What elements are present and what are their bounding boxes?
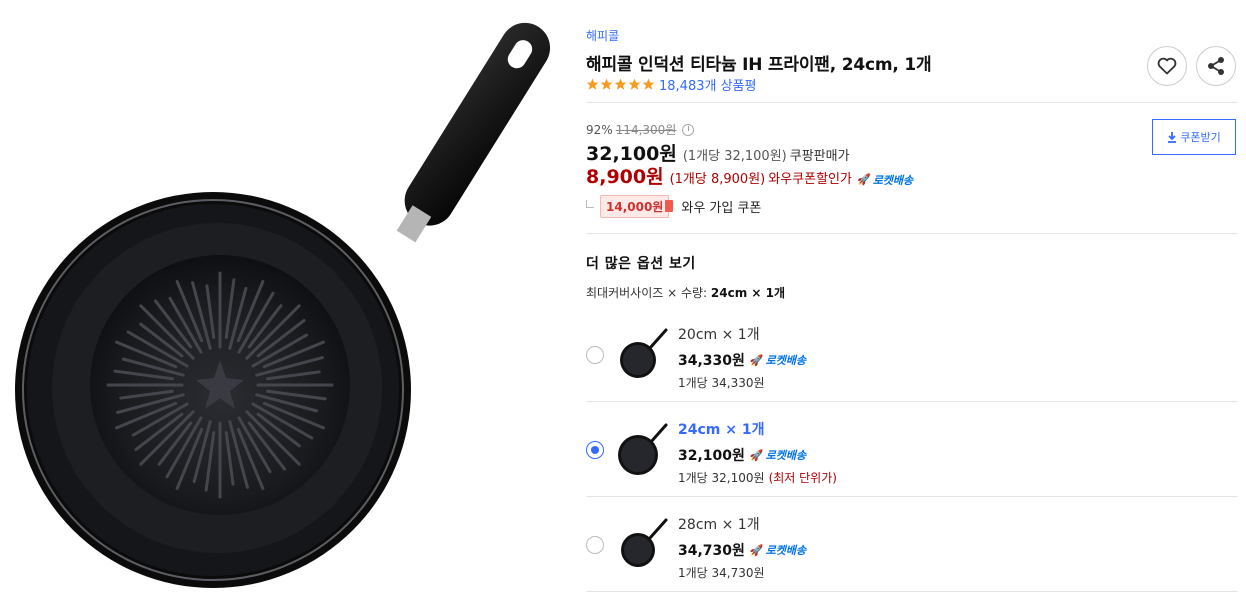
option-unit-price: 1개당 32,100원 [678, 471, 765, 485]
wow-price-row: 8,900원 (1개당 8,900원) 와우쿠폰할인가 🚀 로켓배송 [586, 162, 913, 189]
product-info: 해피콜 해피콜 인덕션 티타늄 IH 프라이팬, 24cm, 1개 18,483… [586, 0, 1238, 594]
option-summary-prefix: 최대커버사이즈 × 수량: [586, 286, 708, 300]
divider [586, 401, 1238, 402]
product-image[interactable] [0, 0, 560, 594]
product-page: 해피콜 해피콜 인덕션 티타늄 IH 프라이팬, 24cm, 1개 18,483… [0, 0, 1246, 594]
frying-pan-image [15, 22, 551, 588]
option-name: 20cm × 1개 [678, 327, 760, 343]
rocket-delivery-badge: 🚀 로켓배송 [750, 542, 806, 558]
share-button[interactable] [1196, 46, 1236, 86]
corner-indicator [586, 199, 594, 208]
option-price: 32,100원 [678, 448, 745, 464]
rating-row: 18,483개 상품평 [586, 75, 756, 94]
rocket-label: 로켓배송 [765, 354, 807, 367]
star-icon [614, 78, 627, 90]
coupon-row: 14,000원 와우 가입 쿠폰 [586, 195, 761, 218]
option-price: 34,730원 [678, 543, 745, 559]
rocket-icon: 🚀 [749, 353, 764, 367]
option-unit-price-row: 1개당 32,100원 (최저 단위가) [678, 469, 837, 486]
divider [586, 233, 1238, 234]
rocket-icon: 🚀 [856, 173, 871, 186]
more-options-heading[interactable]: 더 많은 옵션 보기 [586, 253, 696, 273]
option-radio[interactable] [586, 441, 604, 459]
option-unit-price-row: 1개당 34,730원 [678, 564, 765, 581]
option-unit-price-row: 1개당 34,330원 [678, 374, 765, 391]
rocket-icon: 🚀 [749, 448, 764, 462]
download-icon [1168, 131, 1177, 143]
divider [586, 591, 1238, 592]
get-coupon-label: 쿠폰받기 [1180, 131, 1221, 144]
star-icon [642, 78, 655, 90]
option-thumbnail [618, 423, 668, 475]
rocket-label: 로켓배송 [765, 544, 807, 557]
option-name: 24cm × 1개 [678, 422, 765, 438]
share-icon [1208, 57, 1224, 75]
option-item[interactable]: 28cm × 1개 34,730원 🚀 로켓배송 1개당 34,730원 [586, 498, 1238, 592]
coupon-description: 와우 가입 쿠폰 [681, 201, 762, 216]
option-price-row: 34,330원 🚀 로켓배송 [678, 350, 806, 370]
option-unit-price: 1개당 34,330원 [678, 376, 765, 390]
divider [586, 496, 1238, 497]
wow-price-label: 와우쿠폰할인가 [768, 172, 852, 187]
option-item[interactable]: 24cm × 1개 32,100원 🚀 로켓배송 1개당 32,100원 (최저 단위가) [586, 403, 1238, 497]
option-radio[interactable] [586, 536, 604, 554]
rocket-icon: 🚀 [749, 543, 764, 557]
original-price: 114,300원 [615, 123, 677, 137]
star-icon [586, 78, 599, 90]
wow-unit-price: (1개당 8,900원) [669, 172, 766, 187]
rocket-delivery-badge: 🚀 로켓배송 [750, 447, 806, 463]
option-thumbnail [621, 518, 668, 567]
option-radio[interactable] [586, 346, 604, 364]
option-price-row: 32,100원 🚀 로켓배송 [678, 445, 806, 465]
rocket-label: 로켓배송 [872, 173, 914, 187]
rocket-delivery-badge: 🚀 로켓배송 [750, 352, 806, 368]
option-price-row: 34,730원 🚀 로켓배송 [678, 540, 806, 560]
brand-link[interactable]: 해피콜 [586, 27, 619, 44]
lowest-unit-price-note: (최저 단위가) [768, 471, 837, 485]
rocket-label: 로켓배송 [765, 449, 807, 462]
star-rating [586, 78, 655, 91]
rocket-delivery-badge: 🚀 로켓배송 [857, 172, 913, 188]
get-coupon-button[interactable]: 쿠폰받기 [1152, 119, 1236, 155]
star-icon [600, 78, 613, 90]
coupon-amount-tag: 14,000원 [600, 195, 674, 218]
option-summary: 최대커버사이즈 × 수량: 24cm × 1개 [586, 284, 785, 301]
wishlist-button[interactable] [1147, 46, 1187, 86]
option-summary-value: 24cm × 1개 [710, 286, 786, 300]
info-icon[interactable]: i [682, 123, 695, 136]
star-icon [628, 78, 641, 90]
original-price-row: 92% 114,300원 i [586, 121, 695, 138]
product-title: 해피콜 인덕션 티타늄 IH 프라이팬, 24cm, 1개 [586, 55, 932, 75]
option-unit-price: 1개당 34,730원 [678, 566, 765, 580]
option-item[interactable]: 20cm × 1개 34,330원 🚀 로켓배송 1개당 34,330원 [586, 308, 1238, 402]
option-price: 34,330원 [678, 353, 745, 369]
review-count-link[interactable]: 18,483개 상품평 [659, 75, 756, 94]
discount-rate: 92% [586, 122, 613, 137]
wow-price: 8,900원 [586, 166, 664, 188]
option-name: 28cm × 1개 [678, 517, 760, 533]
heart-icon [1157, 57, 1177, 75]
option-thumbnail [620, 328, 668, 378]
divider [586, 102, 1238, 103]
